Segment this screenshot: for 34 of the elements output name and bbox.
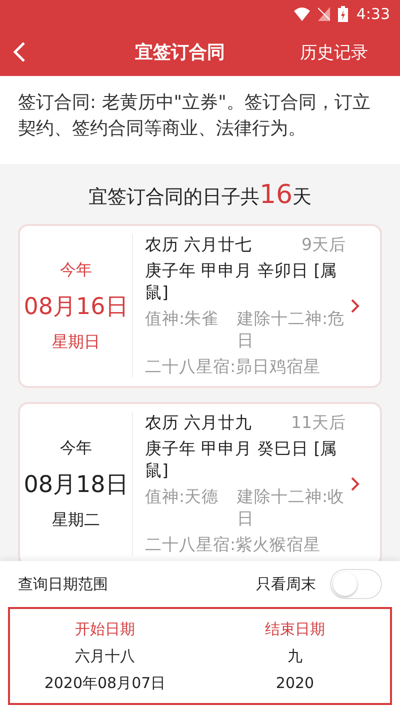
day-card[interactable]: 今年 08月16日 星期日 农历 六月廿七 9天后 庚子年 甲申月 辛卯日 [属鼠] 值神:朱雀 建除十二神:危日 二十八星宿:昴日鸡宿星 xyxy=(18,224,382,388)
page-title: 宜签订合同 xyxy=(134,41,226,64)
weekday-label: 星期日 xyxy=(52,332,100,352)
twelve-gods-text: 建除十二神:收日 xyxy=(237,486,346,530)
ganzhi-text: 庚子年 甲申月 癸巳日 [属鼠] xyxy=(145,438,338,482)
lunar-date: 农历 六月廿七 xyxy=(145,234,252,256)
back-icon[interactable] xyxy=(12,41,26,63)
day-card[interactable]: 今年 08月18日 星期二 农历 六月廿九 11天后 庚子年 甲申月 癸巳日 [属鼠] 值神:天德 建除十二神:收日 二十八星宿:紫火猴宿星 xyxy=(18,402,382,561)
days-until: 11天后 xyxy=(291,412,346,434)
year-label: 今年 xyxy=(60,260,92,280)
ganzhi-text: 庚子年 甲申月 辛卯日 [属鼠] xyxy=(145,260,338,304)
twelve-gods-text: 建除十二神:危日 xyxy=(237,308,346,352)
weekend-toggle[interactable] xyxy=(330,569,382,599)
description-text: 签订合同: 老黄历中"立券"。签订合同，订立契约、签约合同等商业、法律行为。 xyxy=(0,76,400,164)
chevron-icon xyxy=(350,298,360,314)
duty-god-text: 值神:朱雀 xyxy=(145,308,220,330)
history-link[interactable]: 历史记录 xyxy=(300,40,400,64)
wifi-icon xyxy=(294,7,310,21)
chevron-icon xyxy=(350,476,360,492)
summary-text: 宜签订合同的日子共16天 xyxy=(87,179,313,212)
battery-icon xyxy=(338,6,348,22)
weekend-label: 只看周末 xyxy=(256,574,316,594)
weekday-label: 星期二 xyxy=(52,510,100,530)
date-text: 08月18日 xyxy=(24,470,128,500)
duty-god-text: 值神:天德 xyxy=(145,486,220,508)
days-until: 9天后 xyxy=(302,234,346,256)
status-time: 4:33 xyxy=(356,5,390,23)
range-label: 查询日期范围 xyxy=(18,574,109,594)
date-text: 08月16日 xyxy=(24,292,128,322)
constellation-text: 二十八星宿:紫火猴宿星 xyxy=(145,534,322,556)
constellation-text: 二十八星宿:昴日鸡宿星 xyxy=(145,356,322,378)
year-label: 今年 xyxy=(60,438,92,458)
no-signal-icon xyxy=(318,7,330,21)
lunar-date: 农历 六月廿九 xyxy=(145,412,252,434)
